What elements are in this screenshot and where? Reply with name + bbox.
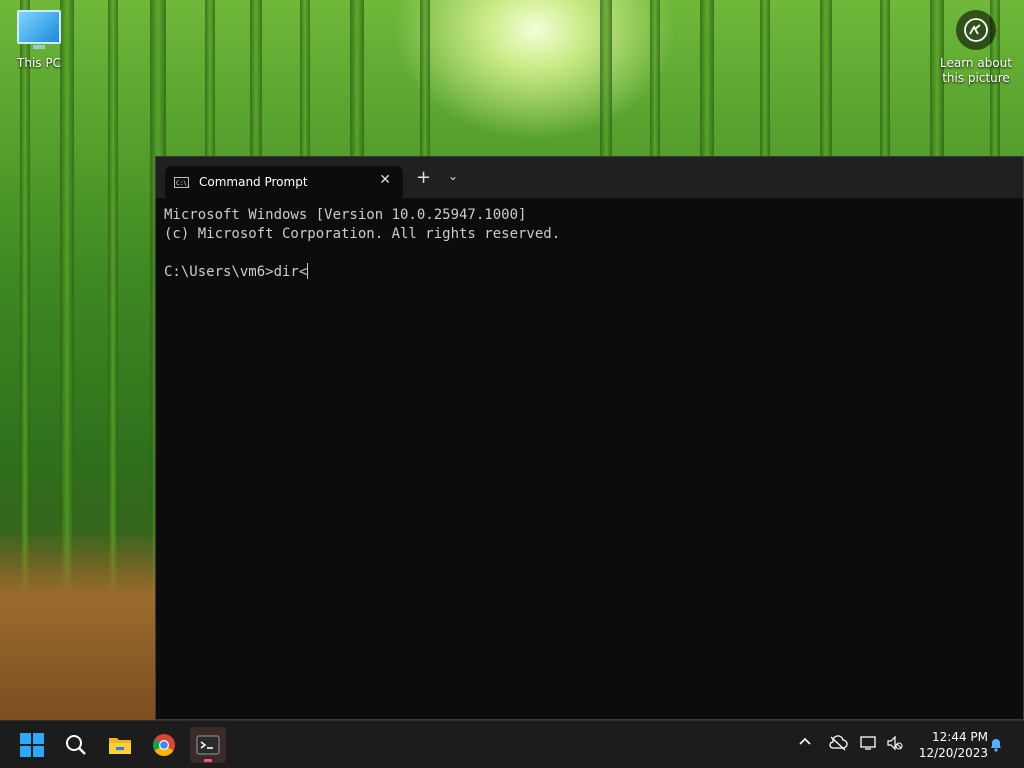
cmd-icon: C:\_ — [174, 176, 190, 188]
console-line: Microsoft Windows [Version 10.0.25947.10… — [164, 207, 527, 223]
grass-foreground — [0, 530, 170, 720]
chrome-button[interactable] — [146, 727, 182, 763]
console-prompt-line[interactable]: C:\Users\vm6>dir< — [164, 263, 1015, 282]
volume-muted-icon[interactable] — [886, 735, 904, 755]
search-icon — [66, 735, 86, 755]
close-tab-icon[interactable]: ✕ — [379, 172, 391, 188]
chevron-up-icon[interactable] — [798, 735, 812, 753]
learn-label-line2: this picture — [942, 71, 1010, 85]
notification-bell-icon[interactable] — [988, 736, 1004, 756]
terminal-tab-bar: C:\_ Command Prompt ✕ + ⌄ — [156, 157, 1023, 198]
system-clock[interactable]: 12:44 PM 12/20/2023 — [919, 729, 988, 761]
new-tab-button[interactable]: + — [416, 169, 431, 187]
console-output[interactable]: Microsoft Windows [Version 10.0.25947.10… — [156, 198, 1023, 282]
terminal-taskbar-button[interactable] — [190, 727, 226, 763]
desktop-icon-this-pc[interactable]: This PC — [10, 10, 68, 70]
camera-icon — [956, 10, 996, 50]
learn-about-picture-button[interactable]: Learn about this picture — [938, 10, 1014, 86]
terminal-icon — [196, 735, 220, 755]
cloud-offline-icon[interactable] — [828, 735, 848, 755]
tab-command-prompt[interactable]: C:\_ Command Prompt ✕ — [165, 166, 403, 198]
text-cursor — [307, 263, 309, 279]
taskbar: 12:44 PM 12/20/2023 — [0, 720, 1024, 768]
computer-icon — [17, 10, 61, 49]
network-icon[interactable] — [860, 735, 878, 755]
console-line: ​ — [164, 244, 1015, 263]
terminal-window[interactable]: C:\_ Command Prompt ✕ + ⌄ Microsoft Wind… — [155, 156, 1024, 720]
clock-date: 12/20/2023 — [918, 746, 988, 760]
file-explorer-icon — [109, 738, 131, 754]
learn-label-line1: Learn about — [940, 56, 1012, 70]
chrome-icon — [153, 734, 175, 756]
this-pc-label: This PC — [17, 56, 61, 70]
chevron-down-icon[interactable]: ⌄ — [448, 169, 458, 183]
start-button[interactable] — [14, 727, 50, 763]
console-command: C:\Users\vm6>dir< — [164, 264, 308, 280]
tab-title: Command Prompt — [199, 175, 308, 189]
search-button[interactable] — [58, 727, 94, 763]
clock-time: 12:44 PM — [932, 730, 988, 744]
windows-start-icon — [20, 733, 44, 757]
file-explorer-button[interactable] — [102, 727, 138, 763]
console-line: (c) Microsoft Corporation. All rights re… — [164, 226, 561, 242]
